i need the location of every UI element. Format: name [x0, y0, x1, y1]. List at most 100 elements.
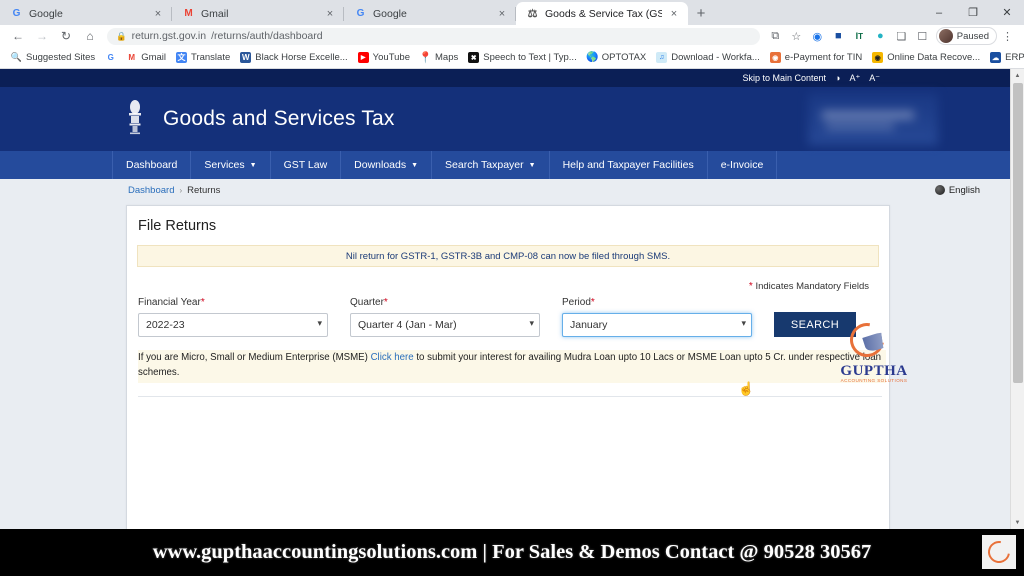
- gst-page: Skip to Main Content ◑ A⁺ A⁻ Goods and S…: [0, 69, 1010, 529]
- extension-teal-icon[interactable]: ●: [870, 26, 891, 46]
- bookmark-gmail[interactable]: M Gmail: [121, 52, 171, 63]
- extension-square-icon[interactable]: ■: [828, 26, 849, 46]
- extension-it-icon[interactable]: IT: [849, 26, 870, 46]
- browser-toolbar: ← → ↻ ⌂ 🔒 return.gst.gov.in/returns/auth…: [0, 25, 1024, 47]
- bookmark-suggested-sites[interactable]: 🔍 Suggested Sites: [6, 52, 100, 63]
- workfa-icon: ♫: [656, 52, 668, 63]
- bookmark-star-icon[interactable]: ☆: [786, 26, 807, 46]
- divider: [138, 396, 882, 398]
- new-tab-button[interactable]: +: [688, 2, 714, 25]
- period-field: Period* January: [562, 297, 752, 337]
- bookmark-label: Speech to Text | Typ...: [483, 52, 577, 63]
- bookmark-label: e-Payment for TIN: [784, 52, 863, 63]
- share-icon[interactable]: ⧉: [765, 26, 786, 46]
- bookmark-label: Online Data Recove...: [887, 52, 981, 63]
- page-scrollbar[interactable]: ▲ ▼: [1010, 69, 1024, 529]
- period-select[interactable]: January: [562, 313, 752, 337]
- globe-icon: [934, 185, 945, 195]
- bookmark-translate[interactable]: 文 Translate: [171, 52, 235, 63]
- toolbar-icons: ⧉ ☆ ◉ ■ IT ● ❏ ☐ Paused ⋮: [765, 26, 1018, 46]
- back-icon[interactable]: ←: [6, 26, 30, 46]
- bookmark-speech-to-text[interactable]: ✖ Speech to Text | Typ...: [463, 52, 581, 63]
- chevron-down-icon: ▼: [249, 161, 257, 169]
- bookmarks-bar: 🔍 Suggested Sites G M Gmail 文 Translate …: [0, 47, 1024, 69]
- breadcrumb-dashboard-link[interactable]: Dashboard: [128, 185, 174, 196]
- browser-tab-3[interactable]: G Google ×: [344, 2, 516, 25]
- sidepanel-icon[interactable]: ☐: [912, 26, 933, 46]
- google-icon: G: [12, 8, 21, 19]
- close-icon[interactable]: ×: [668, 8, 680, 20]
- browser-tab-1[interactable]: G Google ×: [0, 2, 172, 25]
- puzzle-icon[interactable]: ❏: [891, 26, 912, 46]
- reload-icon[interactable]: ↻: [54, 26, 78, 46]
- period-label: Period*: [562, 297, 752, 308]
- scroll-down-arrow-icon[interactable]: ▼: [1011, 516, 1024, 529]
- nav-item-downloads[interactable]: Downloads ▼: [341, 151, 433, 179]
- user-info-blurred: [808, 93, 938, 145]
- sms-nil-return-alert: Nil return for GSTR-1, GSTR-3B and CMP-0…: [137, 245, 879, 267]
- nav-item-help-and-taxpayer-facilities[interactable]: Help and Taxpayer Facilities: [550, 151, 708, 179]
- maximize-button[interactable]: ❐: [956, 0, 990, 25]
- scroll-up-arrow-icon[interactable]: ▲: [1011, 69, 1024, 82]
- bookmark-online-data-recovery[interactable]: ◉ Online Data Recove...: [867, 52, 985, 63]
- financial-year-select[interactable]: 2022-23: [138, 313, 328, 337]
- nav-label: Help and Taxpayer Facilities: [562, 159, 694, 171]
- breadcrumb: Dashboard › Returns English: [0, 179, 1010, 201]
- close-icon[interactable]: ×: [496, 8, 508, 20]
- gst-emblem-icon: ⚖: [527, 8, 538, 20]
- nav-item-gst-law[interactable]: GST Law: [271, 151, 342, 179]
- watermark-subtitle: ACCOUNTING SOLUTIONS: [840, 378, 908, 383]
- address-bar[interactable]: 🔒 return.gst.gov.in/returns/auth/dashboa…: [107, 27, 760, 45]
- bookmark-maps[interactable]: 📍 Maps: [415, 52, 463, 64]
- nav-item-e-invoice[interactable]: e-Invoice: [708, 151, 778, 179]
- nav-label: Downloads: [354, 159, 407, 171]
- nav-label: Search Taxpayer: [445, 159, 524, 171]
- bookmark-youtube[interactable]: ▶ YouTube: [353, 52, 415, 63]
- nav-item-dashboard[interactable]: Dashboard: [112, 151, 192, 179]
- bookmark-epayment-tin[interactable]: ◉ e-Payment for TIN: [765, 52, 867, 63]
- period-select-wrap: January: [562, 313, 752, 337]
- font-decrease-button[interactable]: A⁻: [869, 73, 880, 84]
- label-text: Quarter: [350, 297, 384, 308]
- minimize-button[interactable]: –: [922, 0, 956, 25]
- gst-utility-bar: Skip to Main Content ◑ A⁺ A⁻: [0, 69, 1010, 87]
- tab-strip: G Google × M Gmail × G Google × ⚖ Goods …: [0, 0, 1024, 25]
- mouse-cursor-icon: ☝: [738, 381, 755, 396]
- india-emblem-icon: [122, 97, 148, 141]
- nav-item-search-taxpayer[interactable]: Search Taxpayer ▼: [432, 151, 550, 179]
- msme-click-here-link[interactable]: Click here: [371, 352, 414, 363]
- language-selector[interactable]: English: [934, 185, 980, 196]
- forward-icon[interactable]: →: [30, 26, 54, 46]
- bookmark-black-horse[interactable]: W Black Horse Excelle...: [235, 52, 352, 63]
- scrollbar-thumb[interactable]: [1013, 83, 1023, 383]
- profile-button[interactable]: Paused: [935, 27, 997, 45]
- gmail-icon: M: [184, 8, 193, 19]
- search-icon: 🔍: [10, 52, 23, 62]
- browser-tab-2[interactable]: M Gmail ×: [172, 2, 344, 25]
- contrast-icon[interactable]: ◑: [835, 73, 840, 83]
- bookmark-optotax[interactable]: 🌎 OPTOTAX: [582, 52, 652, 63]
- home-icon[interactable]: ⌂: [78, 26, 102, 46]
- lock-icon: 🔒: [116, 30, 127, 41]
- tab-title: Gmail: [201, 7, 229, 20]
- guptha-logo-icon: [982, 535, 1016, 569]
- epayment-icon: ◉: [769, 52, 781, 63]
- bookmark-google[interactable]: G: [100, 52, 121, 63]
- close-icon[interactable]: ×: [152, 8, 164, 20]
- label-text: Period: [562, 297, 591, 308]
- quarter-select[interactable]: Quarter 4 (Jan - Mar): [350, 313, 540, 337]
- chevron-down-icon: ▼: [528, 161, 536, 169]
- close-icon[interactable]: ×: [324, 8, 336, 20]
- three-dot-menu-icon[interactable]: ⋮: [997, 26, 1018, 46]
- maps-pin-icon: 📍: [418, 52, 433, 64]
- promo-banner: www.gupthaaccountingsolutions.com | For …: [0, 529, 1024, 576]
- breadcrumb-separator: ›: [179, 185, 183, 195]
- bookmark-download-workfa[interactable]: ♫ Download - Workfa...: [651, 52, 765, 63]
- window-close-button[interactable]: ✕: [990, 0, 1024, 25]
- skip-to-main-content-link[interactable]: Skip to Main Content: [742, 73, 826, 83]
- nav-item-services[interactable]: Services ▼: [191, 151, 271, 179]
- bookmark-erp-cloud-analysis[interactable]: ☁ ERP Cloud Analysis: [985, 52, 1024, 63]
- extension-blue-icon[interactable]: ◉: [807, 26, 828, 46]
- font-increase-button[interactable]: A⁺: [849, 73, 860, 84]
- browser-tab-4-active[interactable]: ⚖ Goods & Service Tax (GST) | User ×: [516, 2, 688, 25]
